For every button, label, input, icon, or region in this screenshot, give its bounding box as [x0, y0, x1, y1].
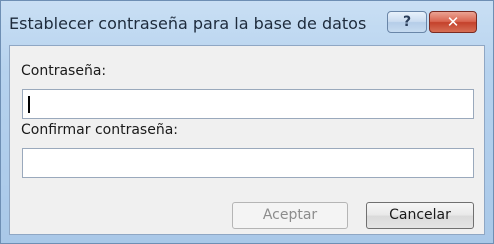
password-label: Contraseña: [21, 63, 107, 79]
help-button[interactable]: ? [387, 11, 427, 33]
dialog-window: Establecer contraseña para la base de da… [0, 0, 494, 244]
close-button[interactable]: ✕ [429, 11, 477, 33]
confirm-password-field[interactable] [22, 148, 474, 178]
confirm-password-label: Confirmar contraseña: [21, 122, 179, 138]
title-bar[interactable]: Establecer contraseña para la base de da… [1, 1, 493, 45]
close-icon: ✕ [446, 13, 460, 31]
dialog-body: Contraseña: Confirmar contraseña: Acepta… [9, 45, 485, 235]
dialog-title: Establecer contraseña para la base de da… [9, 14, 367, 33]
cancel-button[interactable]: Cancelar [366, 202, 474, 229]
accept-button[interactable]: Aceptar [232, 202, 348, 229]
help-icon: ? [402, 14, 412, 30]
password-field[interactable] [22, 89, 474, 119]
text-caret [28, 96, 30, 113]
